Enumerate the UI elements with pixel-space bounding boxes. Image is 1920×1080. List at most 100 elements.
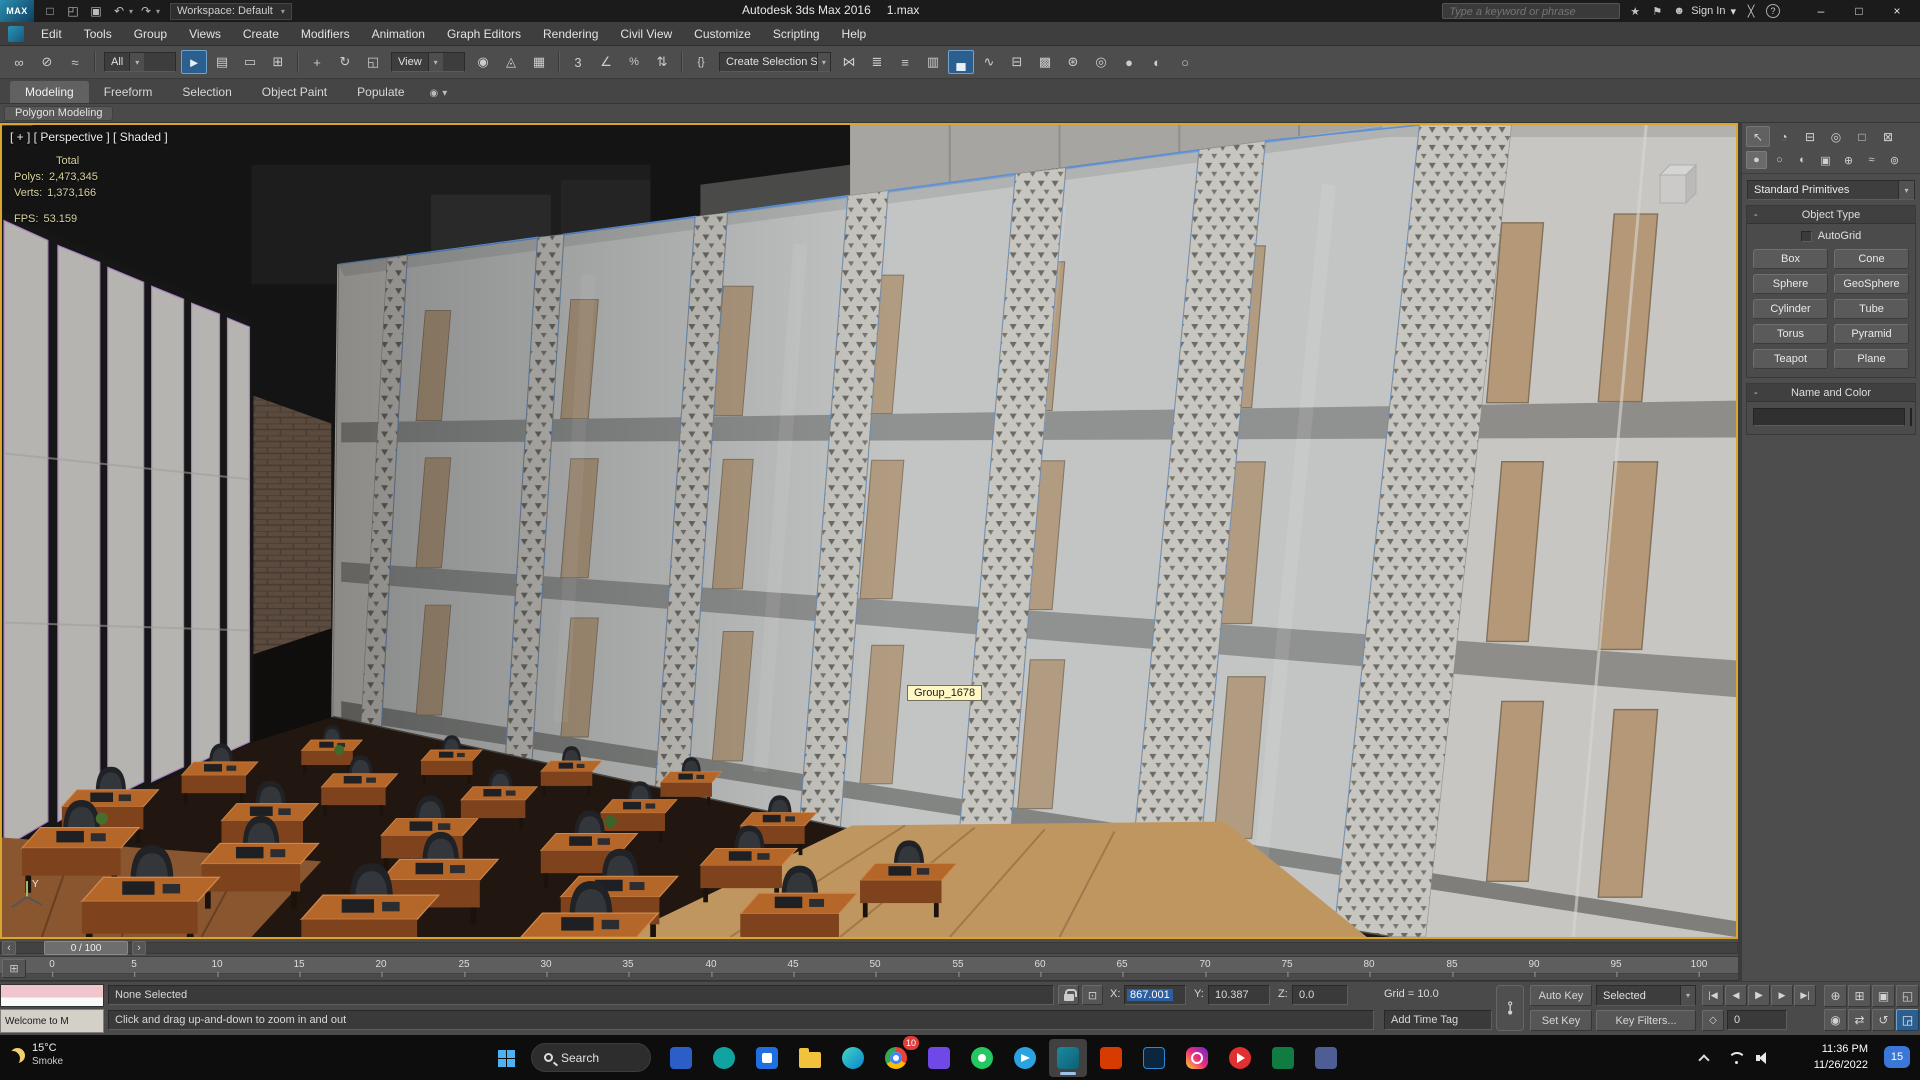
render-setup-icon[interactable]: ⊛	[1060, 50, 1086, 74]
geometry-category-icon[interactable]: ●	[1746, 151, 1767, 169]
close-button[interactable]: ×	[1878, 0, 1916, 22]
app-logo-icon[interactable]: MAX	[0, 0, 34, 22]
layer-manager-icon[interactable]: ▥	[920, 50, 946, 74]
render-flyout-icon[interactable]: ○	[1172, 50, 1198, 74]
set-key-button[interactable]: Set Key	[1530, 1010, 1592, 1031]
help-search-input[interactable]	[1443, 5, 1620, 19]
menu-group[interactable]: Group	[123, 22, 178, 45]
maxscript-mini-listener[interactable]	[0, 984, 104, 1007]
open-file-icon[interactable]: ◰	[63, 2, 83, 20]
taskbar-app-settings[interactable]	[920, 1039, 958, 1077]
taskbar-app-teams[interactable]	[662, 1039, 700, 1077]
track-bar[interactable]: 0 5 10 15 20 25 30 35 40 45 50 55 60 65 …	[0, 957, 1738, 981]
hierarchy-panel-icon[interactable]: ⊟	[1798, 126, 1822, 147]
taskbar-app-discord[interactable]	[1307, 1039, 1345, 1077]
taskbar-app-whatsapp[interactable]	[963, 1039, 1001, 1077]
teapot-button[interactable]: Teapot	[1753, 349, 1828, 369]
reference-coordinate-dropdown[interactable]: View ▾	[391, 52, 465, 72]
hidden-icons-chevron[interactable]	[1698, 1054, 1710, 1066]
key-mode-toggle[interactable]: ◇	[1702, 1010, 1724, 1031]
key-filters-button[interactable]: Key Filters...	[1596, 1010, 1696, 1031]
time-slider-track[interactable]	[0, 942, 1738, 954]
lighting-analysis-icon[interactable]: ◐	[1144, 50, 1170, 74]
selection-filter-dropdown[interactable]: All ▾	[104, 52, 176, 72]
field-of-view-icon[interactable]: ◉	[1824, 1009, 1847, 1031]
taskbar-app-media-player[interactable]	[1221, 1039, 1259, 1077]
sign-in-control[interactable]: ☻ Sign In ▾	[1672, 5, 1736, 18]
named-sets-dropdown[interactable]: Create Selection Se ▾	[719, 52, 831, 72]
undo-flyout-caret-icon[interactable]: ▾	[129, 7, 133, 16]
angle-snap-icon[interactable]: ∠	[593, 50, 619, 74]
spinner-snap-icon[interactable]: ⇅	[649, 50, 675, 74]
a360-icon[interactable]: ╳	[1744, 5, 1758, 18]
taskbar-app-3dsmax[interactable]	[1049, 1039, 1087, 1077]
helpers-category-icon[interactable]: ⊕	[1838, 151, 1859, 169]
network-icon[interactable]	[1728, 1050, 1744, 1066]
tab-object-paint[interactable]: Object Paint	[247, 81, 342, 103]
menu-modifiers[interactable]: Modifiers	[290, 22, 361, 45]
cone-button[interactable]: Cone	[1834, 249, 1909, 269]
save-file-icon[interactable]: ▣	[86, 2, 106, 20]
menu-customize[interactable]: Customize	[683, 22, 762, 45]
unlink-selection-icon[interactable]: ⊘	[34, 50, 60, 74]
create-panel-icon[interactable]: ↖	[1746, 126, 1770, 147]
utilities-panel-icon[interactable]: ⊠	[1876, 126, 1900, 147]
taskbar-app-store[interactable]	[705, 1039, 743, 1077]
select-and-link-icon[interactable]: ∞	[6, 50, 32, 74]
geosphere-button[interactable]: GeoSphere	[1834, 274, 1909, 294]
welcome-window-title[interactable]: Welcome to M	[0, 1009, 104, 1033]
cylinder-button[interactable]: Cylinder	[1753, 299, 1828, 319]
zoom-icon[interactable]: ⊕	[1824, 985, 1847, 1007]
zoom-extents-icon[interactable]: ▣	[1872, 985, 1895, 1007]
taskbar-search[interactable]: Search	[531, 1043, 651, 1072]
go-to-end-button[interactable]: ▶|	[1794, 985, 1816, 1006]
selection-lock-toggle[interactable]	[1058, 985, 1079, 1005]
taskbar-app-office[interactable]	[1092, 1039, 1130, 1077]
polygon-modeling-panel[interactable]: Polygon Modeling	[4, 105, 114, 121]
notification-count-badge[interactable]: 15	[1884, 1046, 1910, 1068]
mirror-icon[interactable]: ⋈	[836, 50, 862, 74]
autogrid-checkbox[interactable]	[1800, 230, 1812, 242]
viewcube[interactable]	[1646, 153, 1710, 217]
tab-selection[interactable]: Selection	[167, 81, 246, 103]
select-object-icon[interactable]: ►	[181, 50, 207, 74]
schematic-view-icon[interactable]: ⊟	[1004, 50, 1030, 74]
previous-frame-arrow[interactable]: ‹	[2, 941, 16, 955]
material-editor-icon[interactable]: ▩	[1032, 50, 1058, 74]
taskbar-app-instagram[interactable]	[1178, 1039, 1216, 1077]
plane-button[interactable]: Plane	[1834, 349, 1909, 369]
menu-edit[interactable]: Edit	[30, 22, 73, 45]
zoom-region-icon[interactable]: ◱	[1896, 985, 1919, 1007]
taskbar-app-photos[interactable]	[748, 1039, 786, 1077]
ribbon-minimize-caret-icon[interactable]: ▾	[442, 88, 447, 99]
shapes-category-icon[interactable]: ○	[1769, 151, 1790, 169]
set-keys-button[interactable]: ⊶	[1496, 985, 1524, 1031]
next-frame-arrow[interactable]: ›	[132, 941, 146, 955]
select-and-manipulate-icon[interactable]: ◬	[498, 50, 524, 74]
add-time-tag[interactable]: Add Time Tag	[1384, 1010, 1492, 1030]
new-scene-icon[interactable]: □	[40, 2, 60, 20]
z-coordinate-field[interactable]: 0.0	[1292, 985, 1348, 1005]
primitive-type-dropdown[interactable]: Standard Primitives ▾	[1747, 180, 1915, 200]
tab-populate[interactable]: Populate	[342, 81, 419, 103]
menu-rendering[interactable]: Rendering	[532, 22, 609, 45]
systems-category-icon[interactable]: ⊚	[1884, 151, 1905, 169]
help-icon[interactable]: ?	[1766, 4, 1780, 18]
menu-graph-editors[interactable]: Graph Editors	[436, 22, 532, 45]
current-frame-field[interactable]: 0	[1727, 1010, 1787, 1030]
y-coordinate-field[interactable]: 10.387	[1208, 985, 1270, 1005]
menu-scripting[interactable]: Scripting	[762, 22, 831, 45]
minimize-button[interactable]: –	[1802, 0, 1840, 22]
taskbar-app-edge[interactable]	[834, 1039, 872, 1077]
workspace-dropdown[interactable]: Workspace: Default ▾	[170, 2, 292, 20]
perspective-viewport[interactable]: [ + ] [ Perspective ] [ Shaded ] Total P…	[0, 123, 1738, 939]
zoom-all-icon[interactable]: ⊞	[1848, 985, 1871, 1007]
play-button[interactable]: ▶	[1748, 985, 1770, 1006]
object-type-rollout-header[interactable]: - Object Type	[1747, 206, 1915, 224]
space-warps-category-icon[interactable]: ≈	[1861, 151, 1882, 169]
select-by-name-icon[interactable]: ▤	[209, 50, 235, 74]
pan-icon[interactable]: ⇄	[1848, 1009, 1871, 1031]
scene-explorer-icon[interactable]: ≡	[892, 50, 918, 74]
modify-panel-icon[interactable]: ◔	[1772, 126, 1796, 147]
named-selection-sets-icon[interactable]: {}	[688, 50, 714, 74]
